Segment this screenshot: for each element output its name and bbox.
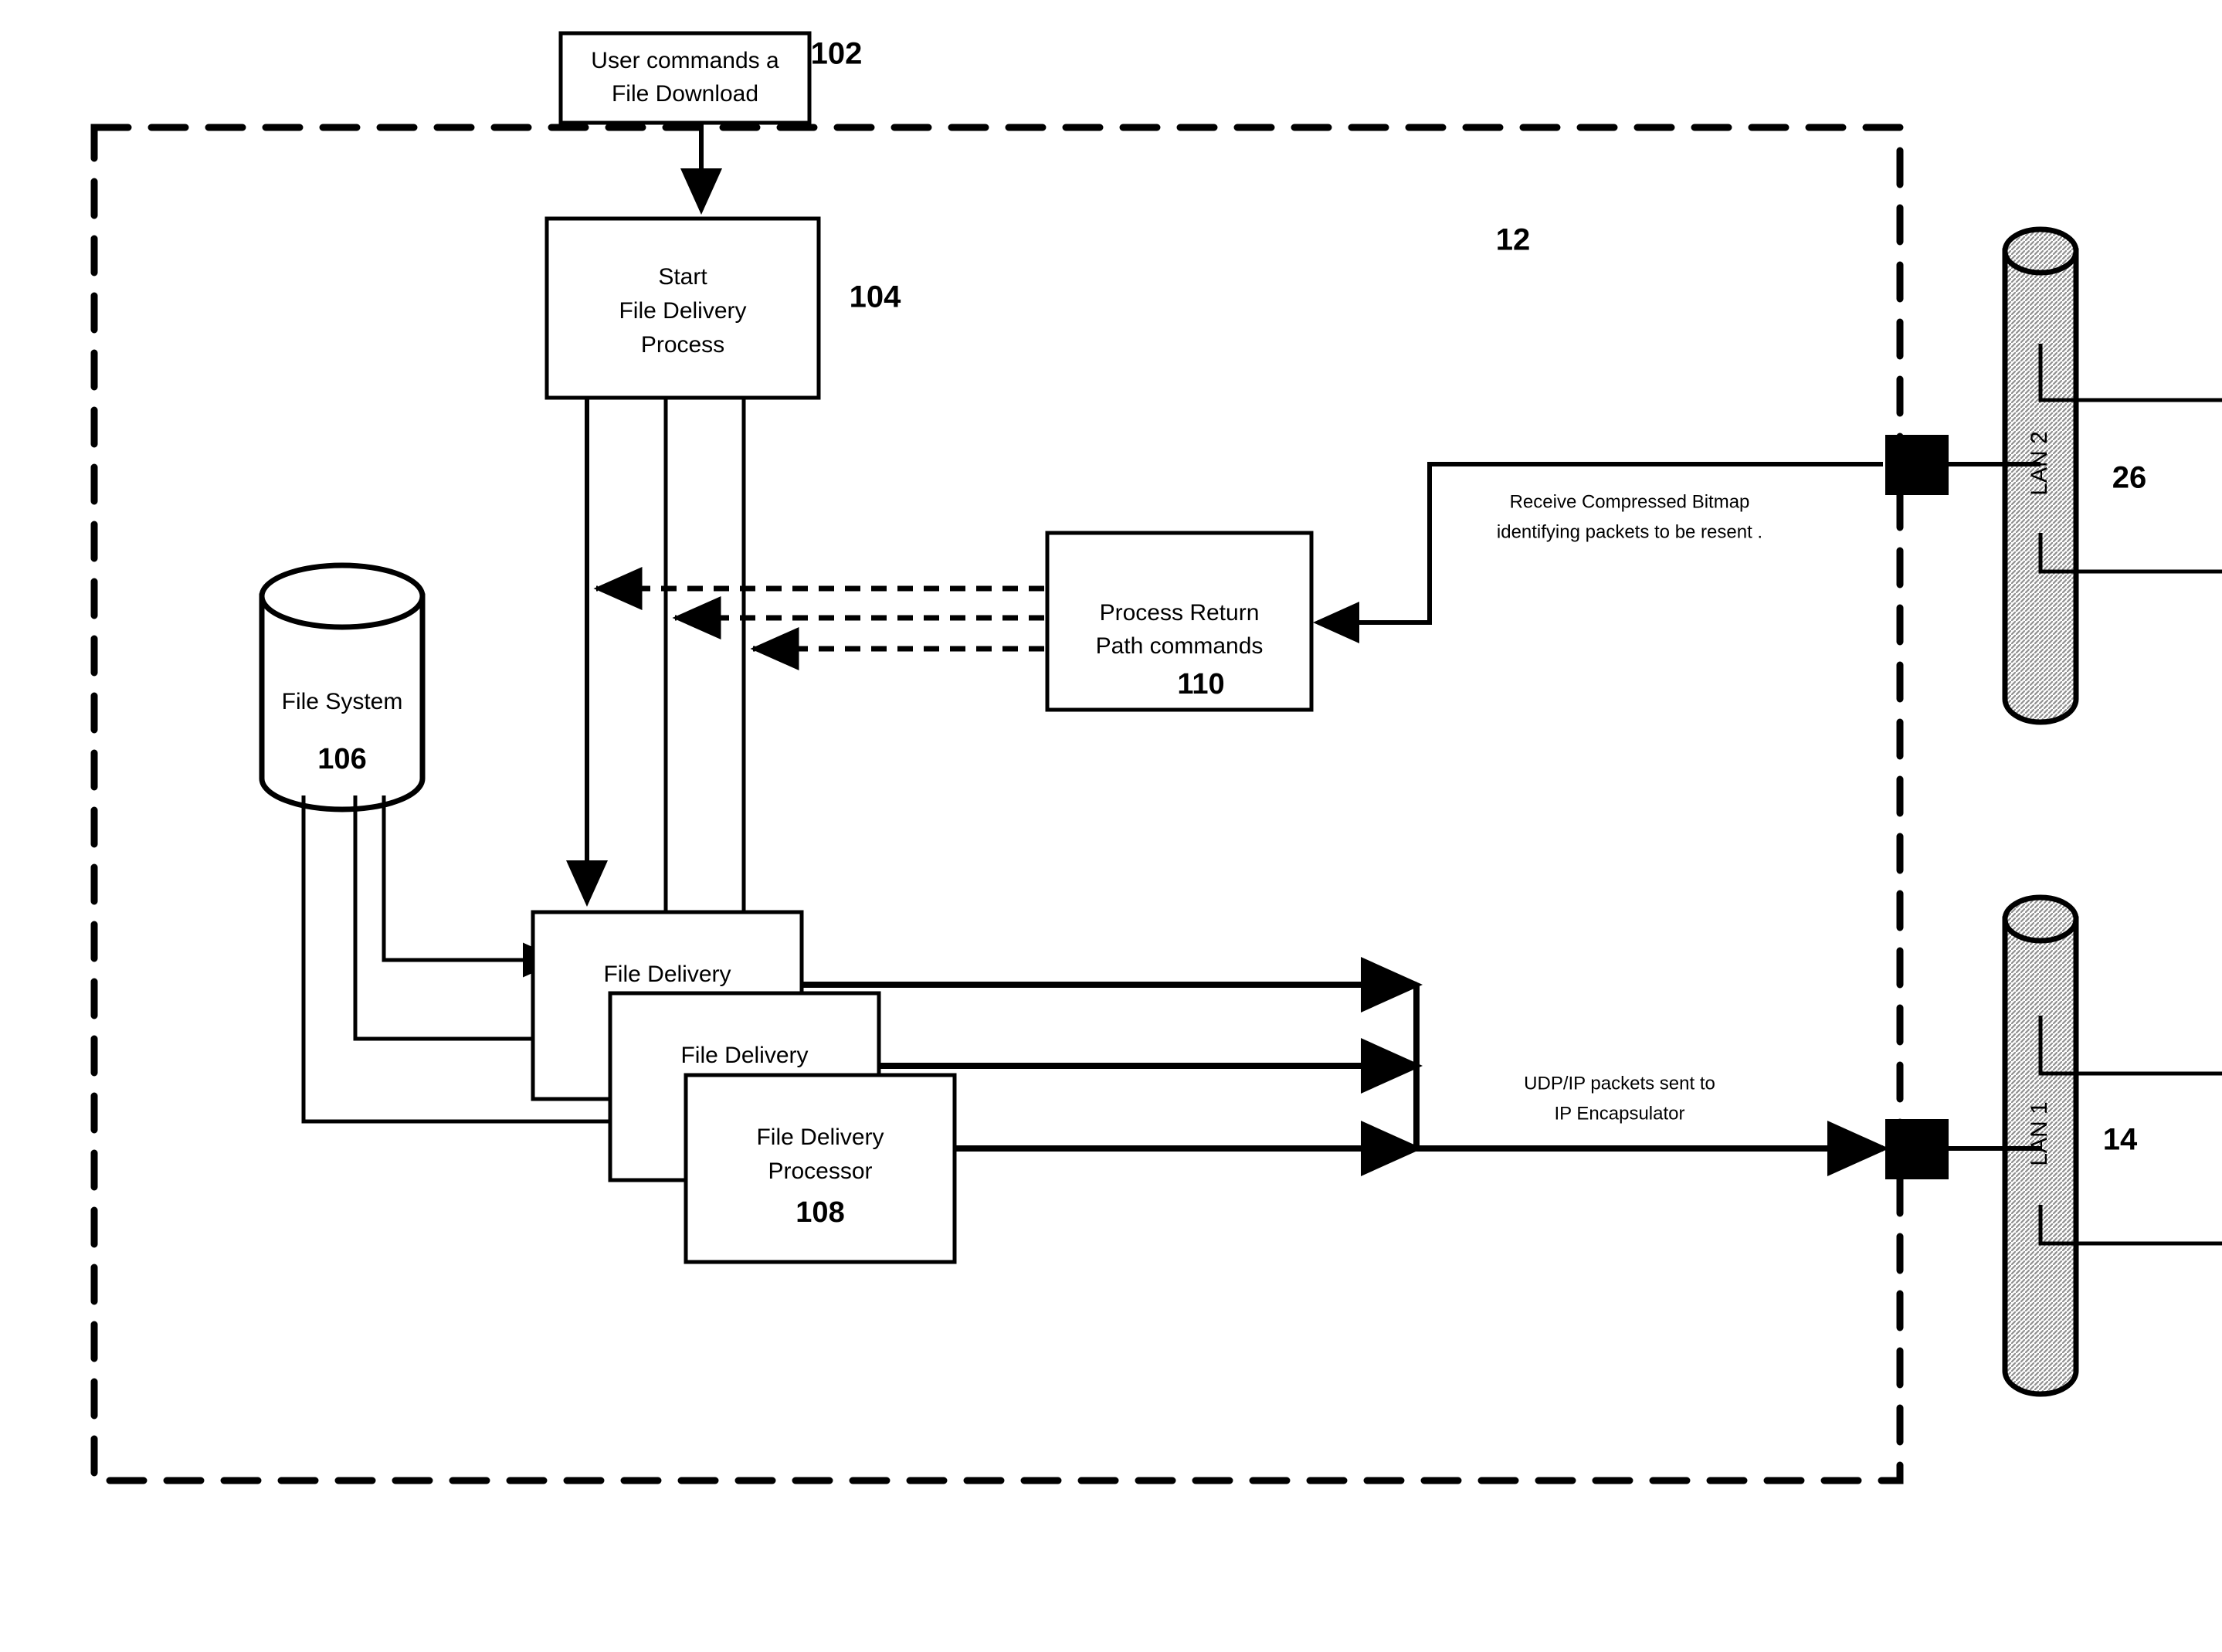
udp-annotation-line2: IP Encapsulator <box>1555 1103 1685 1124</box>
user-command-line1: User commands a <box>591 48 779 73</box>
start-process-line1: Start <box>658 264 707 290</box>
receive-bitmap-line1: Receive Compressed Bitmap <box>1510 491 1750 512</box>
lan2-connector-block <box>1885 435 1949 495</box>
lan1-tube-top <box>2002 894 2079 944</box>
receive-bitmap-line2: identifying packets to be resent . <box>1497 521 1762 542</box>
start-process-line2: File Delivery <box>619 298 746 324</box>
patent-figure-svg: 12 User commands a File Download 102 Sta… <box>90 31 2222 1484</box>
lan2-ref: 26 <box>2112 461 2147 495</box>
lan1-ref: 14 <box>2103 1123 2138 1157</box>
user-command-ref: 102 <box>811 37 863 71</box>
processor-front-line2: Processor <box>768 1158 872 1184</box>
start-process-line3: Process <box>641 332 724 358</box>
edge-lan2-to-returnpath <box>1313 462 1883 643</box>
start-process-ref: 104 <box>850 280 901 314</box>
lan1-label: LAN 1 <box>2027 1101 2052 1165</box>
processor-back-line1: File Delivery <box>603 962 731 987</box>
return-path-line1: Process Return <box>1100 600 1260 626</box>
file-system-label: File System <box>282 689 403 714</box>
udp-annotation-line1: UDP/IP packets sent to <box>1524 1073 1715 1094</box>
system-ref-label: 12 <box>1496 223 1531 257</box>
processor-front-line1: File Delivery <box>756 1125 884 1150</box>
processor-front-ref: 108 <box>796 1196 844 1229</box>
user-command-box <box>558 31 812 125</box>
file-system-cylinder-top <box>259 562 426 630</box>
figure-canvas: 12 User commands a File Download 102 Sta… <box>0 0 2222 1652</box>
lan2-tube-top <box>2002 226 2079 276</box>
file-system-ref: 106 <box>317 743 366 775</box>
return-path-ref: 110 <box>1177 668 1224 700</box>
processor-mid-line1: File Delivery <box>680 1043 808 1068</box>
user-command-line2: File Download <box>612 81 758 107</box>
lan1-connector-block <box>1885 1119 1949 1179</box>
return-path-line2: Path commands <box>1096 633 1264 659</box>
